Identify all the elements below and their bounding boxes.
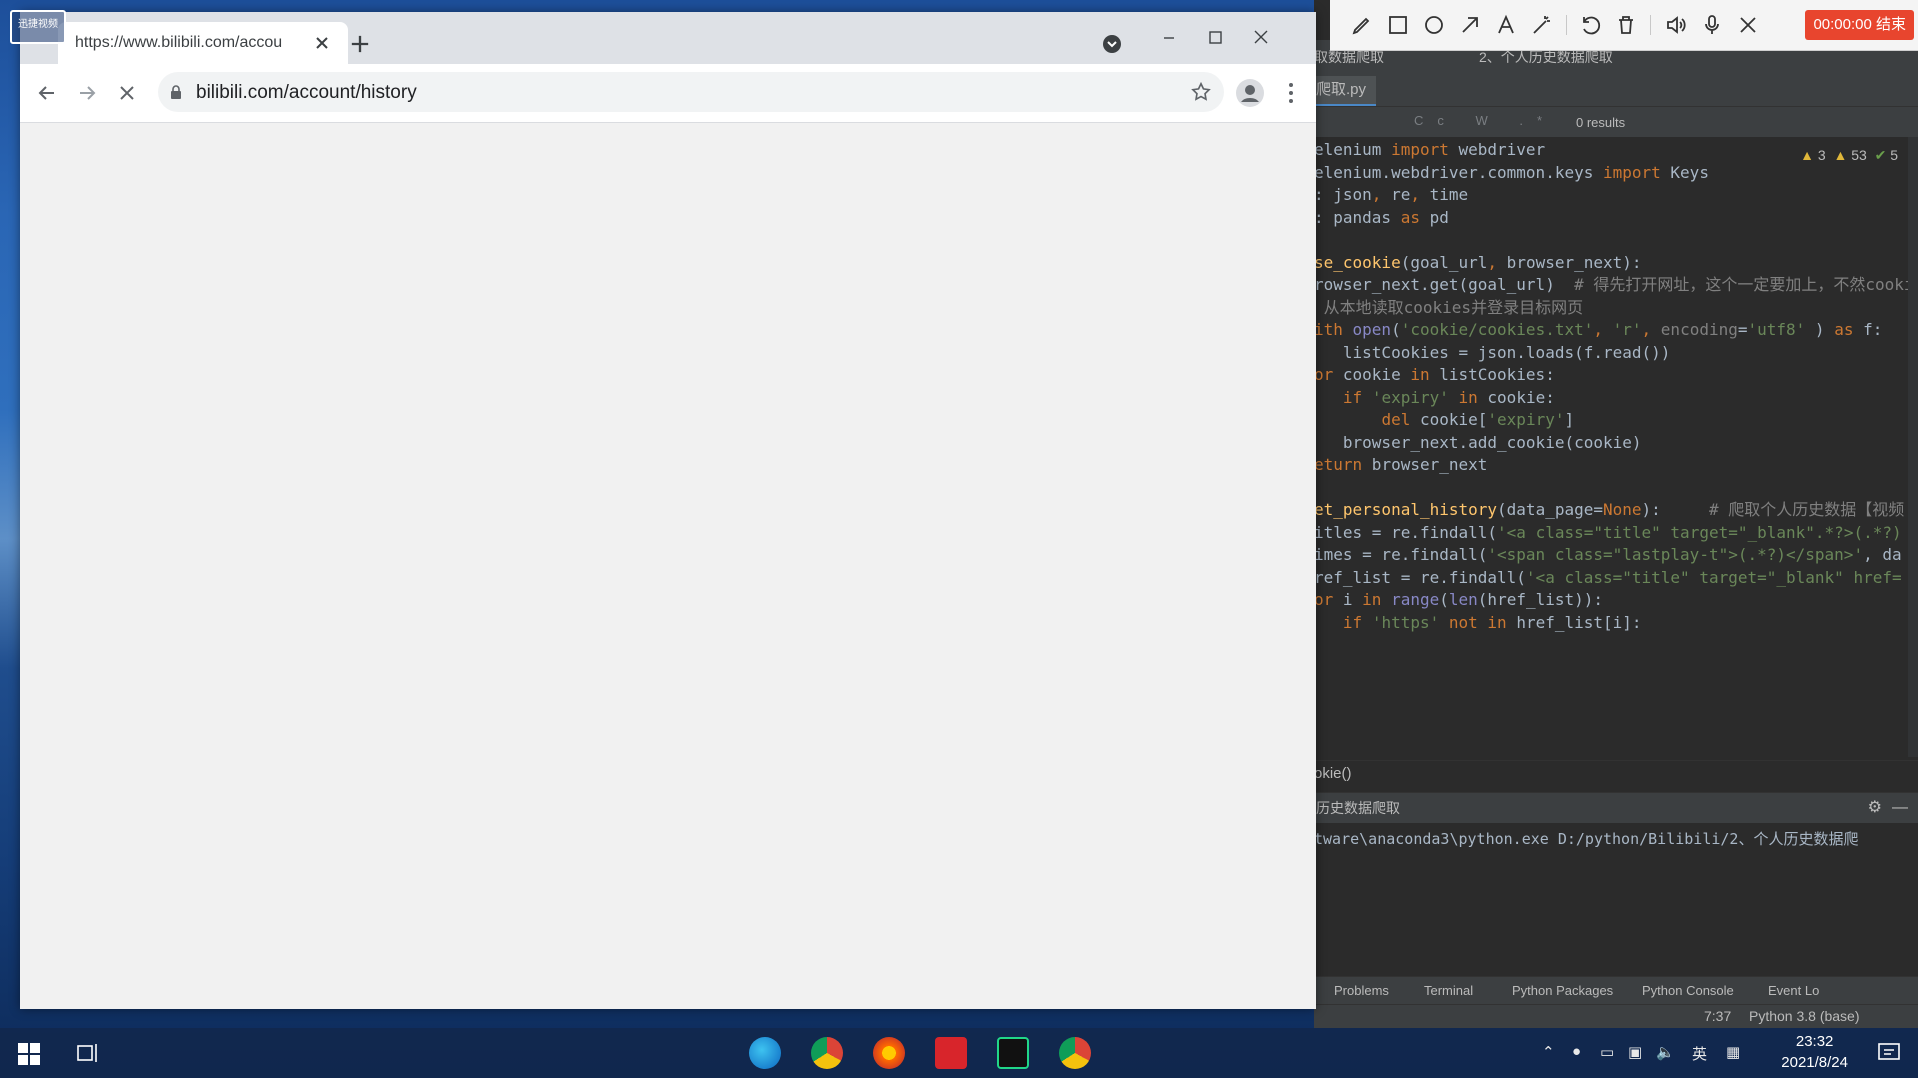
- toolbar-divider: [1650, 15, 1651, 35]
- minimize-panel-icon[interactable]: —: [1892, 793, 1908, 823]
- warning-icon: ▲: [1800, 147, 1814, 163]
- microphone-icon[interactable]: [1700, 13, 1724, 37]
- clock-time: 23:32: [1795, 1033, 1834, 1050]
- editor-file-tab[interactable]: 爬取.py: [1314, 76, 1377, 106]
- code-editor[interactable]: ▲ 3 ▲ 53 ✔ 5 elenium import webdriver ele…: [1314, 137, 1918, 757]
- stop-loading-icon[interactable]: [112, 78, 142, 108]
- new-tab-plus-icon[interactable]: [346, 30, 374, 58]
- edge-browser-icon[interactable]: [749, 1037, 781, 1069]
- undo-icon[interactable]: [1578, 13, 1602, 37]
- tab-title: https://www.bilibili.com/accou: [75, 34, 283, 51]
- magic-wand-icon[interactable]: [1530, 13, 1554, 37]
- trash-icon[interactable]: [1614, 13, 1638, 37]
- page-content-blank[interactable]: [20, 123, 1316, 1009]
- python-packages-tab[interactable]: Python Packages: [1512, 983, 1613, 998]
- editor-tab-bar: 爬取.py: [1314, 70, 1918, 107]
- back-arrow-icon[interactable]: [32, 78, 62, 108]
- pycharm-icon[interactable]: [997, 1037, 1029, 1069]
- browser-toolbar: bilibili.com/account/history: [20, 64, 1316, 123]
- inspection-widget[interactable]: ▲ 3 ▲ 53 ✔ 5: [1800, 147, 1898, 164]
- recording-timer-stop-button[interactable]: 00:00:00 结束: [1805, 10, 1914, 40]
- ok-count: 5: [1890, 147, 1898, 163]
- url-text[interactable]: bilibili.com/account/history: [196, 82, 417, 104]
- pencil-icon[interactable]: [1350, 13, 1374, 37]
- chrome-active-icon[interactable]: [1059, 1037, 1091, 1069]
- speaker-icon[interactable]: [1664, 13, 1688, 37]
- circle-icon[interactable]: [1422, 13, 1446, 37]
- find-options[interactable]: Cc W .*: [1414, 113, 1556, 128]
- problems-tab[interactable]: Problems: [1334, 983, 1389, 998]
- find-results-count: 0 results: [1576, 115, 1626, 130]
- task-view-icon[interactable]: [76, 1042, 100, 1064]
- pycharm-window: 取数据爬取 2、个人历史数据爬取 爬取.py Cc W .* 0 results…: [1314, 0, 1918, 1028]
- code-line: if 'https' not in href_list[i]:: [1342, 612, 1642, 632]
- clock-date: 2021/8/24: [1781, 1054, 1848, 1071]
- tool-window-bar: Problems Terminal Python Packages Python…: [1314, 976, 1918, 1005]
- arrow-icon[interactable]: [1458, 13, 1482, 37]
- recorder-watermark-logo: 迅捷视频: [10, 10, 66, 44]
- tray-app-icon[interactable]: ●: [1572, 1043, 1581, 1060]
- gear-icon[interactable]: ⚙: [1868, 793, 1882, 823]
- wps-office-icon[interactable]: [935, 1037, 967, 1069]
- check-icon: ✔: [1874, 147, 1887, 163]
- code-breadcrumb[interactable]: okie(): [1314, 760, 1918, 787]
- run-console-output: tware\anaconda3\python.exe D:/python/Bil…: [1314, 823, 1918, 968]
- find-bar: Cc W .* 0 results: [1314, 107, 1918, 137]
- event-log-tab[interactable]: Event Lo: [1768, 983, 1819, 998]
- ide-status-bar: 7:37 Python 3.8 (base): [1314, 1004, 1918, 1028]
- chrome-icon[interactable]: [811, 1037, 843, 1069]
- text-icon[interactable]: [1494, 13, 1518, 37]
- tab-search-dropdown-icon[interactable]: [1102, 34, 1122, 54]
- bookmark-star-icon[interactable]: [1190, 81, 1212, 103]
- battery-icon[interactable]: ▭: [1600, 1043, 1614, 1061]
- ime-indicator[interactable]: 英: [1692, 1043, 1707, 1064]
- python-interpreter[interactable]: Python 3.8 (base): [1749, 1008, 1860, 1024]
- kebab-menu-icon[interactable]: [1282, 80, 1300, 106]
- warning-count: 3: [1817, 147, 1826, 163]
- code-line: eturn browser_next: [1314, 455, 1488, 474]
- firefox-icon[interactable]: [873, 1037, 905, 1069]
- close-icon[interactable]: [310, 31, 334, 55]
- browser-title-bar: https://www.bilibili.com/accou: [20, 12, 1316, 64]
- terminal-tab[interactable]: Terminal: [1424, 983, 1473, 998]
- close-icon[interactable]: [1736, 13, 1760, 37]
- browser-tab[interactable]: https://www.bilibili.com/accou: [58, 22, 348, 64]
- ime-grid-icon[interactable]: ▦: [1726, 1043, 1740, 1061]
- code-line: : pandas as pd: [1314, 207, 1449, 227]
- chevron-up-icon[interactable]: ⌃: [1542, 1043, 1555, 1061]
- editor-scrollbar[interactable]: [1908, 137, 1918, 757]
- notification-center-icon[interactable]: [1876, 1040, 1902, 1066]
- maximize-icon[interactable]: [1192, 22, 1238, 54]
- rectangle-icon[interactable]: [1386, 13, 1410, 37]
- network-icon[interactable]: ▣: [1628, 1043, 1642, 1061]
- screen-recorder-toolbar: 00:00:00 结束: [1330, 0, 1918, 51]
- run-tab[interactable]: 历史数据爬取: [1314, 793, 1420, 825]
- run-panel-header: 历史数据爬取 ⚙ —: [1314, 792, 1918, 825]
- close-window-icon[interactable]: [1238, 22, 1284, 54]
- windows-start-icon[interactable]: [18, 1043, 40, 1065]
- chrome-window: https://www.bilibili.com/accou bilibili.…: [20, 12, 1316, 1009]
- cursor-position[interactable]: 7:37: [1704, 1008, 1731, 1024]
- minimize-icon[interactable]: [1146, 22, 1192, 54]
- volume-icon[interactable]: 🔈: [1656, 1043, 1675, 1061]
- weak-warning-count: 53: [1851, 147, 1867, 163]
- lock-icon[interactable]: [168, 84, 184, 100]
- toolbar-divider: [1566, 15, 1567, 35]
- python-console-tab[interactable]: Python Console: [1642, 983, 1734, 998]
- forward-arrow-icon[interactable]: [72, 78, 102, 108]
- address-bar[interactable]: bilibili.com/account/history: [158, 72, 1224, 112]
- taskbar-clock[interactable]: 23:32 2021/8/24: [1781, 1031, 1848, 1073]
- weak-warning-icon: ▲: [1833, 147, 1848, 163]
- windows-taskbar: ⌃ ● ▭ ▣ 🔈 英 ▦ 23:32 2021/8/24: [0, 1028, 1918, 1078]
- profile-avatar-icon[interactable]: [1235, 78, 1265, 108]
